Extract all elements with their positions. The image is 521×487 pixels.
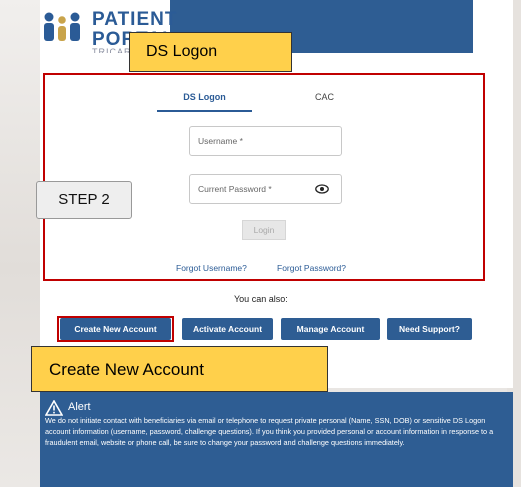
need-support-button[interactable]: Need Support? [387,318,472,340]
login-highlight-box [43,73,485,281]
create-account-highlight [57,316,174,342]
ds-logon-callout: DS Logon [129,32,292,72]
background-left [0,0,40,487]
activate-account-button[interactable]: Activate Account [182,318,273,340]
family-logo-icon [44,12,80,41]
alert-title: Alert [68,401,91,413]
also-text: You can also: [234,294,288,304]
alert-text: We do not initiate contact with benefici… [45,416,494,447]
manage-account-button[interactable]: Manage Account [281,318,380,340]
logo-line1: PATIENT [92,9,178,30]
create-account-callout: Create New Account [31,346,328,392]
step-2-label: STEP 2 [36,181,132,219]
warning-icon [45,400,63,416]
